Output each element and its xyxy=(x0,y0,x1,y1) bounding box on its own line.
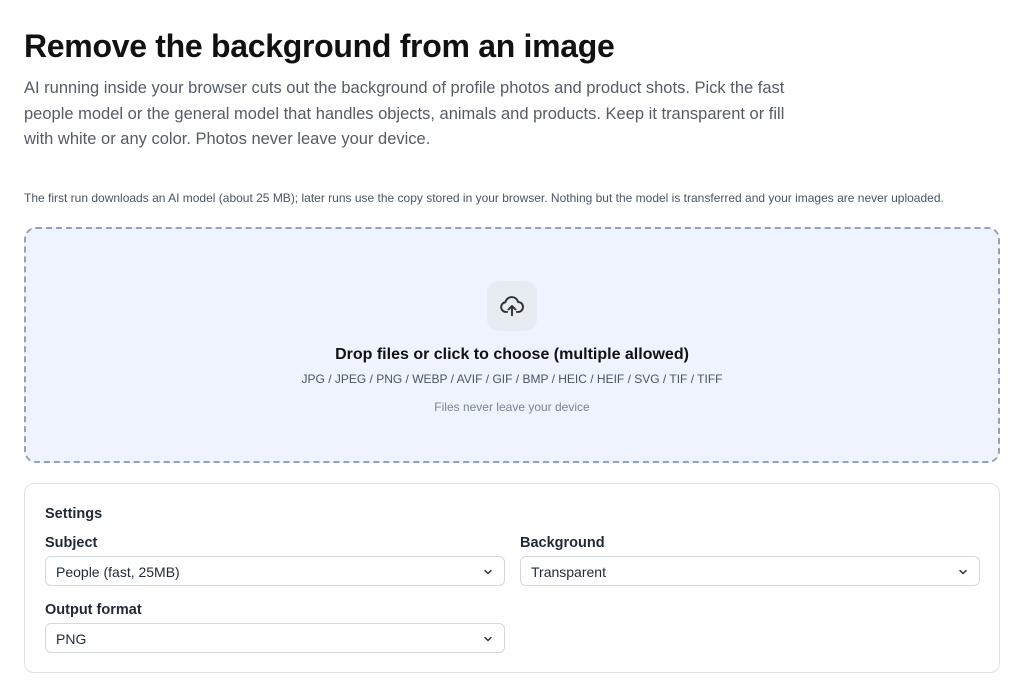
chevron-down-icon xyxy=(959,569,967,575)
output-format-select-value: PNG xyxy=(56,631,87,647)
dropzone-title: Drop files or click to choose (multiple … xyxy=(335,346,689,363)
page-title: Remove the background from an image xyxy=(24,28,615,64)
file-dropzone[interactable]: Drop files or click to choose (multiple … xyxy=(24,227,1000,463)
upload-icon-badge xyxy=(487,281,537,331)
page-intro: AI running inside your browser cuts out … xyxy=(24,79,785,148)
background-select[interactable]: Transparent xyxy=(520,556,980,586)
chevron-down-icon xyxy=(484,636,492,642)
subject-select-value: People (fast, 25MB) xyxy=(56,564,180,580)
page: Remove the background from an image AI r… xyxy=(0,0,1024,700)
output-format-select[interactable]: PNG xyxy=(45,623,505,653)
chevron-down-icon xyxy=(484,569,492,575)
background-select-value: Transparent xyxy=(531,564,606,580)
settings-heading: Settings xyxy=(45,506,103,522)
subject-select[interactable]: People (fast, 25MB) xyxy=(45,556,505,586)
model-download-notice: The first run downloads an AI model (abo… xyxy=(24,191,944,205)
background-label: Background xyxy=(520,535,605,551)
settings-panel: Settings Subject People (fast, 25MB) Bac… xyxy=(24,483,1000,673)
supported-formats: JPG / JPEG / PNG / WEBP / AVIF / GIF / B… xyxy=(301,372,723,386)
cloud-upload-icon xyxy=(500,296,524,317)
subject-label: Subject xyxy=(45,535,98,551)
privacy-note: Files never leave your device xyxy=(434,400,590,414)
output-format-label: Output format xyxy=(45,602,142,618)
